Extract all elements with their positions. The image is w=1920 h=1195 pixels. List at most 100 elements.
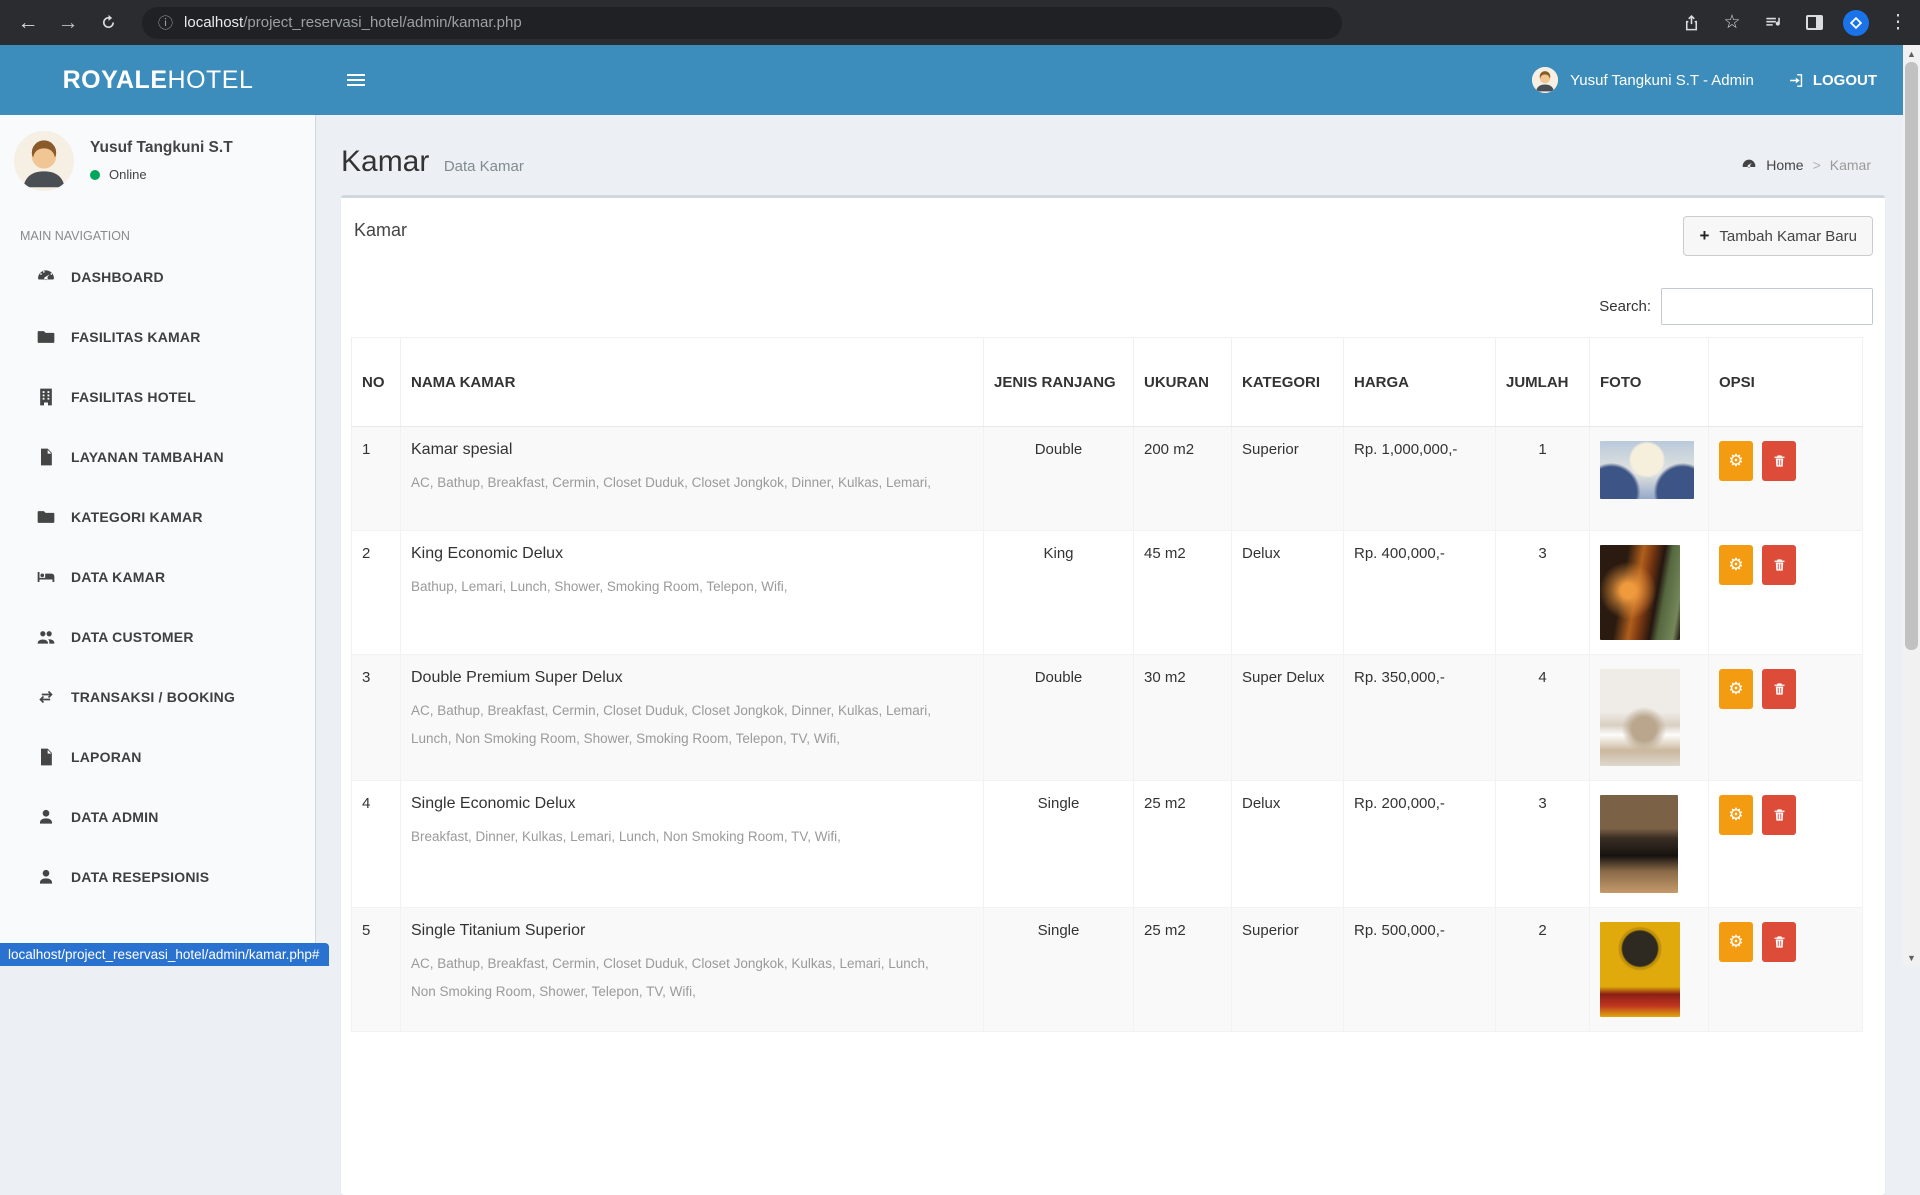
room-size: 25 m2 <box>1134 908 1232 1032</box>
edit-button[interactable]: ⚙ <box>1719 669 1753 709</box>
col-nama-kamar[interactable]: NAMA KAMAR <box>401 338 984 427</box>
bookmark-star-icon[interactable]: ☆ <box>1720 11 1744 35</box>
col-ukuran[interactable]: UKURAN <box>1134 338 1232 427</box>
room-category: Superior <box>1232 908 1344 1032</box>
col-kategori[interactable]: KATEGORI <box>1232 338 1344 427</box>
room-size: 200 m2 <box>1134 427 1232 531</box>
edit-button[interactable]: ⚙ <box>1719 545 1753 585</box>
room-bed-type: Double <box>984 655 1134 781</box>
room-qty: 2 <box>1496 908 1590 1032</box>
scroll-up-icon[interactable]: ▲ <box>1903 45 1920 62</box>
sidebar-item-transaksi-booking[interactable]: TRANSAKSI / BOOKING <box>0 667 315 727</box>
delete-button[interactable] <box>1762 922 1796 962</box>
share-icon[interactable] <box>1679 11 1703 35</box>
breadcrumb: Home > Kamar <box>1741 157 1871 173</box>
header-user-name: Yusuf Tangkuni S.T - Admin <box>1570 72 1754 89</box>
browser-menu-icon[interactable]: ⋮ <box>1886 11 1910 35</box>
room-qty: 3 <box>1496 531 1590 655</box>
user-icon <box>36 807 56 827</box>
page-subtitle: Data Kamar <box>444 158 524 175</box>
breadcrumb-home[interactable]: Home <box>1766 157 1803 173</box>
sidebar-item-data-resepsionis[interactable]: DATA RESEPSIONIS <box>0 847 315 907</box>
room-price: Rp. 350,000,- <box>1344 655 1496 781</box>
exchange-icon <box>36 687 56 707</box>
sidebar-item-data-customer[interactable]: DATA CUSTOMER <box>0 607 315 667</box>
gear-icon: ⚙ <box>1728 805 1743 825</box>
edit-button[interactable]: ⚙ <box>1719 922 1753 962</box>
col-no[interactable]: NO <box>352 338 401 427</box>
reading-list-icon[interactable] <box>1761 11 1785 35</box>
avatar <box>14 131 74 191</box>
room-photo <box>1600 441 1694 499</box>
sidebar-item-layanan-tambahan[interactable]: LAYANAN TAMBAHAN <box>0 427 315 487</box>
room-qty: 1 <box>1496 427 1590 531</box>
room-price: Rp. 500,000,- <box>1344 908 1496 1032</box>
page-title: Kamar <box>341 145 429 178</box>
room-category: Delux <box>1232 781 1344 908</box>
delete-button[interactable] <box>1762 669 1796 709</box>
extension-icon[interactable] <box>1843 10 1869 36</box>
back-icon[interactable]: ← <box>8 3 48 43</box>
delete-button[interactable] <box>1762 795 1796 835</box>
search-input[interactable] <box>1661 288 1873 325</box>
room-size: 30 m2 <box>1134 655 1232 781</box>
search-label: Search: <box>1599 298 1651 315</box>
dashboard-icon <box>36 267 56 287</box>
sidebar-toggle-icon[interactable] <box>336 60 376 100</box>
sidebar-item-fasilitas-hotel[interactable]: FASILITAS HOTEL <box>0 367 315 427</box>
room-name: Kamar spesial <box>411 441 973 459</box>
main-content: Kamar Data Kamar Home > Kamar Kamar + Ta… <box>317 115 1903 966</box>
sidebar-item-laporan[interactable]: LAPORAN <box>0 727 315 787</box>
browser-toolbar: ← → ⓘ localhost/project_reservasi_hotel/… <box>0 0 1920 45</box>
logout-button[interactable]: LOGOUT <box>1788 72 1877 89</box>
col-jenis-ranjang[interactable]: JENIS RANJANG <box>984 338 1134 427</box>
room-name: Double Premium Super Delux <box>411 669 973 687</box>
gear-icon: ⚙ <box>1728 555 1743 575</box>
gear-icon: ⚙ <box>1728 451 1743 471</box>
room-qty: 3 <box>1496 781 1590 908</box>
gear-icon: ⚙ <box>1728 932 1743 952</box>
link-status-bubble: localhost/project_reservasi_hotel/admin/… <box>0 943 329 966</box>
room-category: Super Delux <box>1232 655 1344 781</box>
trash-icon <box>1772 934 1787 950</box>
room-facilities: Bathup, Lemari, Lunch, Shower, Smoking R… <box>411 573 951 601</box>
edit-button[interactable]: ⚙ <box>1719 795 1753 835</box>
side-panel-icon[interactable] <box>1802 11 1826 35</box>
page-scrollbar[interactable]: ▲ ▼ <box>1903 45 1920 966</box>
scroll-down-icon[interactable]: ▼ <box>1903 949 1920 966</box>
address-bar[interactable]: ⓘ localhost/project_reservasi_hotel/admi… <box>142 7 1342 39</box>
room-facilities: AC, Bathup, Breakfast, Cermin, Closet Du… <box>411 950 951 1006</box>
header-user-menu[interactable]: Yusuf Tangkuni S.T - Admin <box>1532 67 1754 93</box>
room-category: Delux <box>1232 531 1344 655</box>
room-size: 45 m2 <box>1134 531 1232 655</box>
col-harga[interactable]: HARGA <box>1344 338 1496 427</box>
sidebar-item-data-admin[interactable]: DATA ADMIN <box>0 787 315 847</box>
delete-button[interactable] <box>1762 441 1796 481</box>
scrollbar-thumb[interactable] <box>1905 62 1918 650</box>
edit-button[interactable]: ⚙ <box>1719 441 1753 481</box>
app-header: ROYALEHOTEL Yusuf Tangkuni S.T - Admin L… <box>0 45 1920 115</box>
sidebar-item-fasilitas-kamar[interactable]: FASILITAS KAMAR <box>0 307 315 367</box>
sidebar-item-dashboard[interactable]: DASHBOARD <box>0 247 315 307</box>
room-facilities: AC, Bathup, Breakfast, Cermin, Closet Du… <box>411 697 951 753</box>
breadcrumb-separator: > <box>1813 157 1821 173</box>
site-info-icon[interactable]: ⓘ <box>158 12 173 33</box>
add-kamar-button[interactable]: + Tambah Kamar Baru <box>1683 216 1873 256</box>
url-host: localhost <box>184 14 243 31</box>
room-photo <box>1600 795 1678 893</box>
building-icon <box>36 387 56 407</box>
delete-button[interactable] <box>1762 545 1796 585</box>
col-jumlah[interactable]: JUMLAH <box>1496 338 1590 427</box>
col-foto[interactable]: FOTO <box>1590 338 1709 427</box>
reload-icon[interactable] <box>88 3 128 43</box>
sidebar-item-data-kamar[interactable]: DATA KAMAR <box>0 547 315 607</box>
room-price: Rp. 400,000,- <box>1344 531 1496 655</box>
col-opsi[interactable]: OPSI <box>1709 338 1863 427</box>
kamar-box: Kamar + Tambah Kamar Baru Search: NO NAM… <box>341 195 1885 1195</box>
logo[interactable]: ROYALEHOTEL <box>0 66 316 95</box>
forward-icon[interactable]: → <box>48 3 88 43</box>
room-photo <box>1600 922 1680 1017</box>
table-row: 1 Kamar spesial AC, Bathup, Breakfast, C… <box>352 427 1863 531</box>
user-icon <box>36 867 56 887</box>
sidebar-item-kategori-kamar[interactable]: KATEGORI KAMAR <box>0 487 315 547</box>
